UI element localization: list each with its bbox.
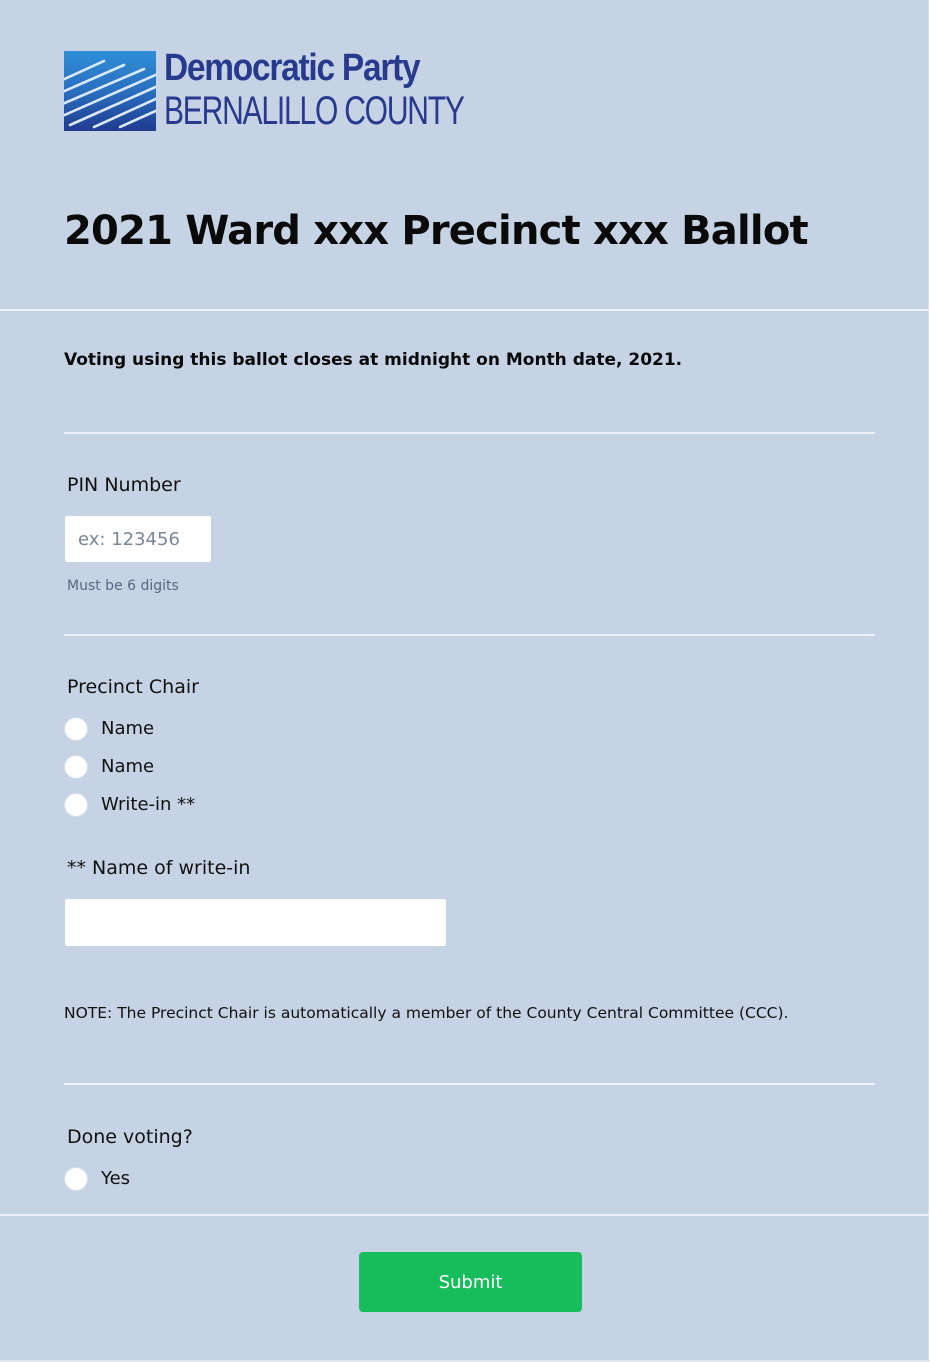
page-title: 2021 Ward xxx Precinct xxx Ballot bbox=[64, 208, 809, 254]
section-divider bbox=[64, 1083, 875, 1085]
radio-label: Write-in ** bbox=[101, 794, 196, 815]
footer-divider bbox=[0, 1214, 929, 1216]
ballot-closing-notice: Voting using this ballot closes at midni… bbox=[64, 350, 683, 370]
radio-button[interactable] bbox=[64, 755, 88, 779]
pin-input[interactable] bbox=[64, 515, 212, 563]
write-in-label: ** Name of write-in bbox=[67, 857, 251, 879]
radio-label: Name bbox=[101, 718, 155, 739]
precinct-chair-option-write-in[interactable]: Write-in ** bbox=[64, 792, 195, 818]
precinct-chair-option-2[interactable]: Name bbox=[64, 754, 154, 780]
radio-button[interactable] bbox=[64, 717, 88, 741]
done-voting-label: Done voting? bbox=[67, 1126, 193, 1148]
logo-text-democratic-party: Democratic Party bbox=[164, 47, 421, 89]
logo-text-bernalillo-county: BERNALILLO COUNTY bbox=[164, 89, 465, 133]
pin-hint: Must be 6 digits bbox=[67, 578, 179, 594]
submit-button[interactable]: Submit bbox=[359, 1252, 582, 1312]
precinct-chair-option-1[interactable]: Name bbox=[64, 716, 154, 742]
precinct-chair-label: Precinct Chair bbox=[67, 676, 199, 698]
write-in-input[interactable] bbox=[64, 898, 447, 947]
radio-label: Yes bbox=[101, 1168, 131, 1189]
ccc-note: NOTE: The Precinct Chair is automaticall… bbox=[64, 1004, 789, 1022]
ballot-form-page: Democratic Party BERNALILLO COUNTY 2021 … bbox=[0, 0, 930, 1362]
section-divider bbox=[64, 432, 875, 434]
party-logo-mark bbox=[64, 51, 156, 131]
radio-label: Name bbox=[101, 756, 155, 777]
section-divider bbox=[64, 634, 875, 636]
header-divider bbox=[0, 309, 929, 311]
done-voting-option-yes[interactable]: Yes bbox=[64, 1166, 130, 1192]
logo-stripes-icon bbox=[64, 51, 156, 131]
pin-label: PIN Number bbox=[67, 474, 181, 496]
radio-button[interactable] bbox=[64, 1167, 88, 1191]
radio-button[interactable] bbox=[64, 793, 88, 817]
